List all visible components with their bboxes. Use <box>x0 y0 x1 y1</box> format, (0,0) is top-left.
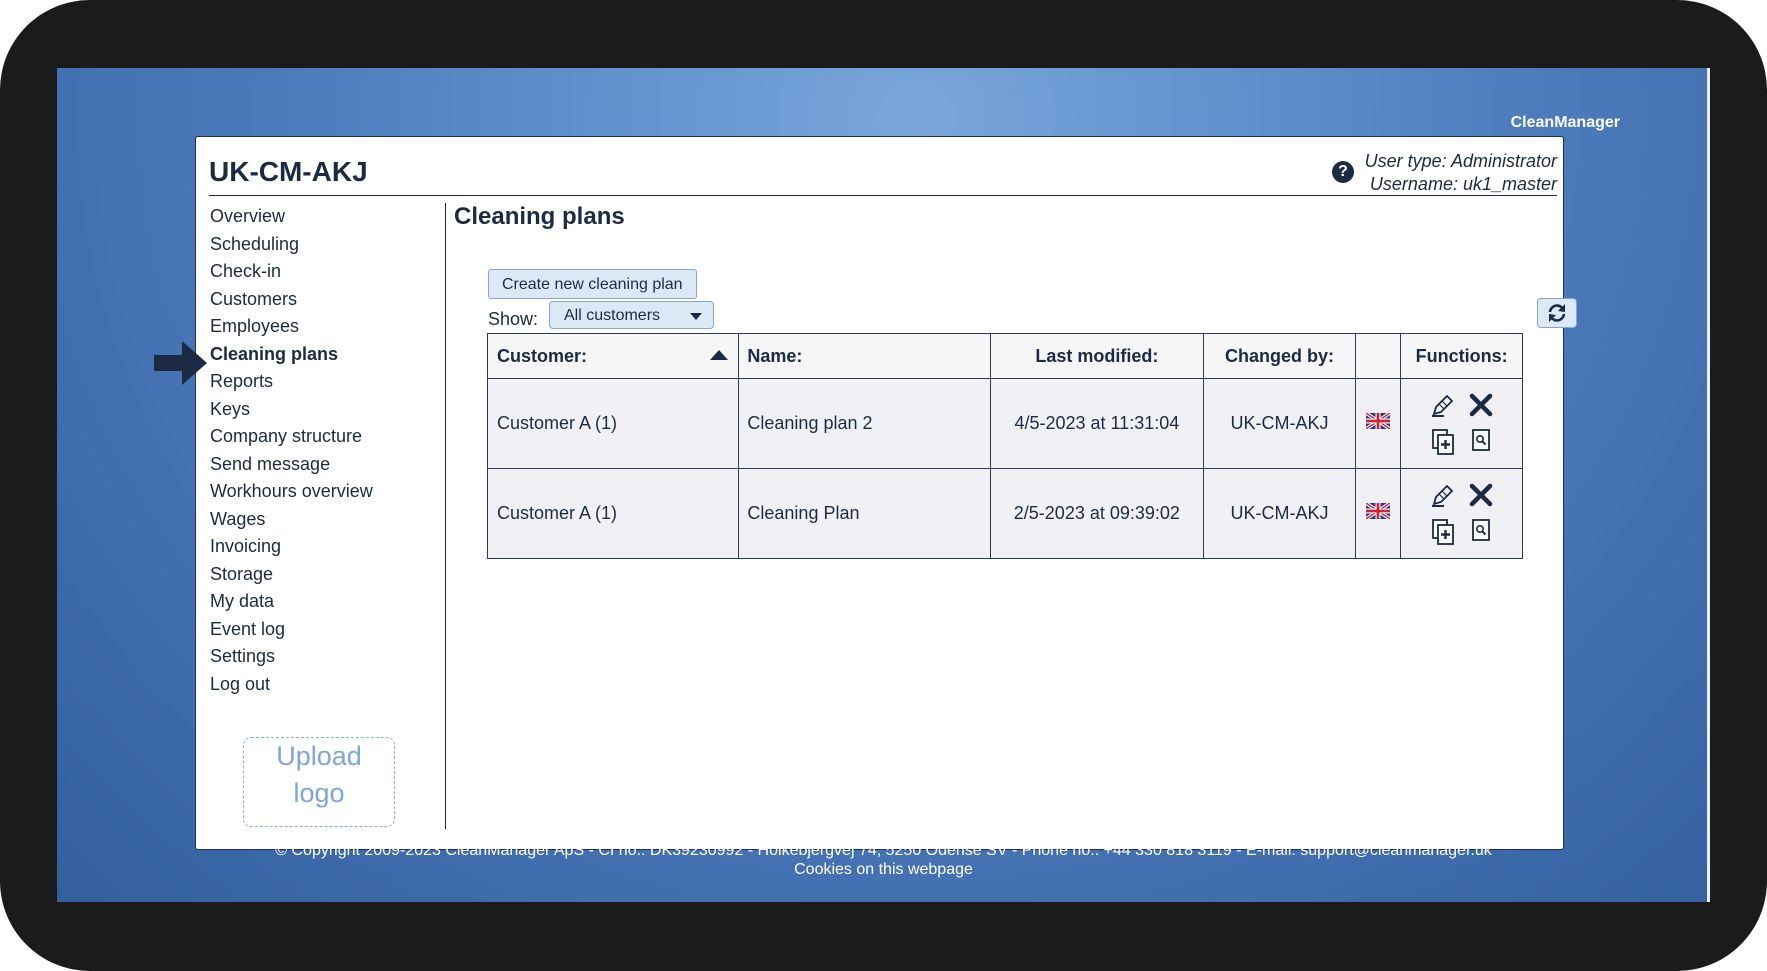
cleaning-plans-table: Customer: Name: Last modified: Changed b… <box>486 333 1523 559</box>
sidebar-item-log-out[interactable]: Log out <box>210 671 440 699</box>
uk-flag-icon <box>1366 413 1391 429</box>
sidebar-item-settings[interactable]: Settings <box>210 643 440 671</box>
brand-label: CleanManager <box>1510 114 1620 131</box>
customer-filter-select[interactable]: All customers <box>549 301 714 329</box>
help-icon[interactable]: ? <box>1332 161 1354 183</box>
chevron-down-icon <box>690 313 702 320</box>
refresh-icon <box>1548 304 1566 322</box>
footer-copyright: © Copyright 2009-2023 CleanManager ApS -… <box>275 842 1492 859</box>
screen-edge <box>1707 68 1710 902</box>
sidebar-item-storage[interactable]: Storage <box>210 561 440 589</box>
cell-plan-name: Cleaning plan 2 <box>738 378 991 469</box>
user-info: User type: Administrator Username: uk1_m… <box>1365 150 1557 196</box>
table-row: Customer A (1) Cleaning Plan 2/5-2023 at… <box>486 468 1523 559</box>
sidebar-item-check-in[interactable]: Check-in <box>210 258 440 286</box>
upload-logo-line2: logo <box>293 778 345 808</box>
account-title: UK-CM-AKJ <box>209 156 368 187</box>
column-header-customer[interactable]: Customer: <box>486 333 740 379</box>
preview-plan-icon[interactable] <box>1467 518 1495 546</box>
current-page-arrow-icon <box>154 341 207 385</box>
cell-functions <box>1400 468 1523 559</box>
create-cleaning-plan-button[interactable]: Create new cleaning plan <box>488 269 697 299</box>
table-header-row: Customer: Name: Last modified: Changed b… <box>486 333 1523 379</box>
sidebar-item-invoicing[interactable]: Invoicing <box>210 533 440 561</box>
cell-last-modified: 2/5-2023 at 09:39:02 <box>989 468 1204 559</box>
app-screen: CleanManager UK-CM-AKJ ? User type: Admi… <box>57 68 1710 902</box>
sidebar-item-wages[interactable]: Wages <box>210 506 440 534</box>
sidebar-item-scheduling[interactable]: Scheduling <box>210 231 440 259</box>
sidebar-item-reports[interactable]: Reports <box>210 368 440 396</box>
column-header-name[interactable]: Name: <box>738 333 991 379</box>
sidebar-item-event-log[interactable]: Event log <box>210 616 440 644</box>
cell-language <box>1355 378 1402 469</box>
uk-flag-icon <box>1366 503 1391 519</box>
customer-filter-value: All customers <box>564 307 661 324</box>
column-header-changed-by[interactable]: Changed by: <box>1202 333 1357 379</box>
cell-customer: Customer A (1) <box>486 468 740 559</box>
sidebar-item-my-data[interactable]: My data <box>210 588 440 616</box>
page-title: Cleaning plans <box>454 203 625 230</box>
cell-plan-name: Cleaning Plan <box>738 468 991 559</box>
copy-plan-icon[interactable] <box>1429 518 1457 546</box>
sidebar-divider <box>445 203 446 829</box>
user-type: User type: Administrator <box>1364 151 1557 171</box>
column-header-customer-label: Customer: <box>497 345 588 366</box>
cell-changed-by: UK-CM-AKJ <box>1202 378 1357 469</box>
delete-x-icon[interactable] <box>1467 392 1495 420</box>
preview-plan-icon[interactable] <box>1467 428 1495 456</box>
sidebar-item-send-message[interactable]: Send message <box>210 451 440 479</box>
sidebar-item-overview[interactable]: Overview <box>210 203 440 231</box>
sidebar-item-workhours-overview[interactable]: Workhours overview <box>210 478 440 506</box>
cell-language <box>1355 468 1402 559</box>
main-panel: UK-CM-AKJ ? User type: Administrator Use… <box>154 136 1577 850</box>
sidebar-item-customers[interactable]: Customers <box>210 286 440 314</box>
table-row: Customer A (1) Cleaning plan 2 4/5-2023 … <box>486 378 1523 469</box>
edit-pencil-icon[interactable] <box>1429 482 1457 510</box>
column-header-last-modified[interactable]: Last modified: <box>989 333 1204 379</box>
cell-last-modified: 4/5-2023 at 11:31:04 <box>989 378 1204 469</box>
refresh-button[interactable] <box>1537 298 1577 328</box>
upload-logo-line1: Upload <box>276 741 362 771</box>
column-header-language <box>1355 333 1402 379</box>
cell-customer: Customer A (1) <box>486 378 740 469</box>
sidebar-item-keys[interactable]: Keys <box>210 396 440 424</box>
username: Username: uk1_master <box>1369 174 1557 194</box>
upload-logo-button[interactable]: Upload logo <box>243 737 395 827</box>
sidebar-item-employees[interactable]: Employees <box>210 313 440 341</box>
column-header-functions: Functions: <box>1400 333 1523 379</box>
cell-functions <box>1400 378 1523 469</box>
sidebar-nav: Overview Scheduling Check-in Customers E… <box>154 203 440 699</box>
sidebar-item-cleaning-plans[interactable]: Cleaning plans <box>210 341 440 369</box>
sort-ascending-icon[interactable] <box>710 350 729 360</box>
copy-plan-icon[interactable] <box>1429 428 1457 456</box>
show-filter-label: Show: <box>488 309 539 329</box>
header-divider <box>209 195 1557 196</box>
sidebar-item-company-structure[interactable]: Company structure <box>210 423 440 451</box>
delete-x-icon[interactable] <box>1467 482 1495 510</box>
device-frame: CleanManager UK-CM-AKJ ? User type: Admi… <box>0 0 1767 971</box>
edit-pencil-icon[interactable] <box>1429 392 1457 420</box>
footer-cookies-link[interactable]: Cookies on this webpage <box>57 860 1710 879</box>
cell-changed-by: UK-CM-AKJ <box>1202 468 1357 559</box>
